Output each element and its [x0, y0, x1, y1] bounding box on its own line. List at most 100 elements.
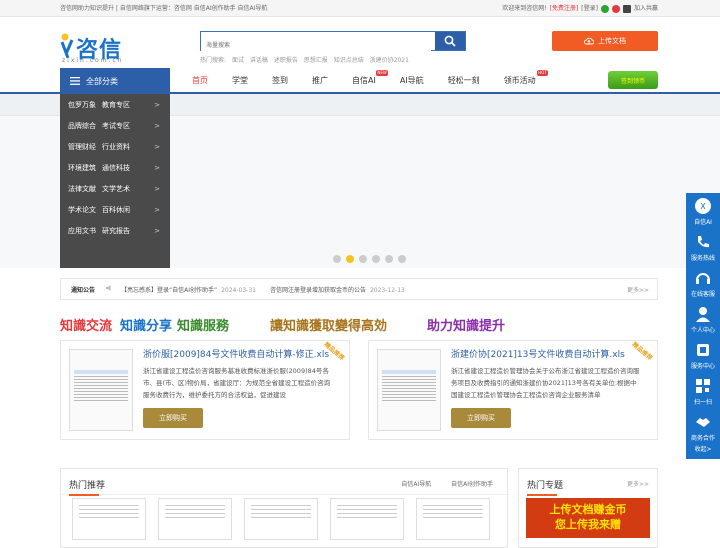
site-logo[interactable]: 咨信 zixin.com.cn [60, 30, 140, 66]
carousel-dot[interactable] [398, 255, 406, 263]
float-user-center[interactable]: 个人中心 [686, 301, 720, 341]
float-scan[interactable]: 扫一扫 [686, 373, 720, 413]
all-categories-label: 全部分类 [86, 76, 118, 86]
nav-item-ai-guide[interactable]: AI导航 [388, 68, 436, 94]
category-b[interactable]: 考试专区 [102, 121, 130, 131]
wechat-icon[interactable] [600, 4, 609, 13]
category-a[interactable]: 法律文献 [68, 184, 102, 194]
doc-title[interactable]: 浙价服[2009]84号文件收费自动计算-修正.xls [143, 347, 329, 360]
nav-item-coins[interactable]: 领币活动 HOT [492, 68, 548, 94]
bookmark-icon[interactable] [622, 4, 631, 13]
search-box [200, 31, 466, 55]
carousel-dot[interactable] [372, 255, 380, 263]
float-online-service[interactable]: 在线客服 [686, 265, 720, 305]
weibo-icon[interactable] [611, 4, 620, 13]
hot-term[interactable]: 思想汇报 [304, 57, 328, 64]
sidebar-row[interactable]: 品牌综合 考试专区 > [60, 115, 170, 136]
float-collapse[interactable]: 收起> [686, 444, 720, 459]
all-categories-button[interactable]: 全部分类 [60, 68, 170, 94]
category-a[interactable]: 管理财经 [68, 142, 102, 152]
right-float-toolbar: X 自信AI 服务热线 在线客服 个人中心 服务中心 扫一扫 商务合作 收起> [686, 193, 720, 459]
category-a[interactable]: 环境建筑 [68, 163, 102, 173]
float-label: 服务中心 [690, 363, 715, 370]
buy-now-button[interactable]: 立即购买 [451, 408, 511, 428]
category-b[interactable]: 行业资料 [102, 142, 130, 152]
more-link[interactable]: 更多>> [627, 479, 649, 488]
doc-preview[interactable] [158, 498, 232, 540]
doc-preview[interactable] [244, 498, 318, 540]
nav-item-home[interactable]: 首页 [180, 68, 220, 94]
upload-promo-banner[interactable]: 上传文档赚金币 您上传我来赠 [526, 498, 650, 538]
carousel-dot[interactable] [359, 255, 367, 263]
sidebar-row[interactable]: 学术论文 百科休闲 > [60, 199, 170, 220]
category-b[interactable]: 百科休闲 [102, 205, 130, 215]
doc-thumbnail[interactable] [69, 349, 133, 431]
category-b[interactable]: 文学艺术 [102, 184, 130, 194]
title-underline [527, 494, 557, 496]
slogan-part: 知識服務 [177, 319, 230, 334]
sidebar-row[interactable]: 环境建筑 通信科技 > [60, 157, 170, 178]
category-b[interactable]: 教育专区 [102, 100, 130, 110]
sidebar-row[interactable]: 管理财经 行业资料 > [60, 136, 170, 157]
carousel-dot[interactable] [385, 255, 393, 263]
doc-thumbnail[interactable] [377, 349, 441, 431]
float-hotline[interactable]: 服务热线 [686, 229, 720, 269]
hot-term[interactable]: 面试 [232, 57, 244, 64]
carousel-dot-active[interactable] [346, 255, 354, 263]
top-bar: 咨信网助力知识提升 | 自信网络旗下运营：咨信网 自信AI创作助手 自信AI导航… [0, 0, 720, 17]
notice-label: 通知公告 [71, 286, 96, 294]
category-a[interactable]: 应用文书 [68, 226, 102, 236]
ai-logo-icon: X [695, 198, 711, 214]
hot-term[interactable]: 述职报告 [274, 57, 298, 64]
buy-now-button[interactable]: 立即购买 [143, 408, 203, 428]
nav-item-checkin[interactable]: 签到 [260, 68, 300, 94]
sidebar-row[interactable]: 应用文书 研究报告 > [60, 220, 170, 241]
float-ai[interactable]: X 自信AI [686, 193, 720, 233]
welcome-text: 欢迎来到咨信网! [502, 5, 547, 12]
featured-doc-card[interactable]: 浙建价协[2021]13号文件收费自动计算.xls 浙江省建设工程造价管理协会关… [368, 340, 658, 440]
notice-item[interactable]: 【亮忘感系】登录“自信AI创作助手” 2024-03-31 [121, 285, 256, 294]
doc-preview[interactable] [330, 498, 404, 540]
notice-item[interactable]: 咨信网注册登录增加获取金币的公告 2023-12-13 [270, 285, 405, 294]
ai-guide-link[interactable]: 自信AI导航 [401, 481, 431, 488]
featured-doc-card[interactable]: 浙价服[2009]84号文件收费自动计算-修正.xls 浙江省建设工程造价咨询服… [60, 340, 350, 440]
nav-label: 学堂 [232, 76, 248, 85]
float-business[interactable]: 商务合作 [686, 409, 720, 449]
carousel-dot[interactable] [333, 255, 341, 263]
category-a[interactable]: 品牌综合 [68, 121, 102, 131]
login-link[interactable]: [登录] [581, 0, 598, 17]
chevron-right-icon: > [154, 100, 160, 109]
nav-label: 自信AI [352, 76, 376, 85]
favorite-link[interactable]: 加入共赢 [634, 0, 658, 17]
nav-item-promote[interactable]: 推广 [300, 68, 340, 94]
sidebar-row[interactable]: 包罗万象 教育专区 > [60, 94, 170, 115]
hot-term[interactable]: 浙建价协2021 [370, 57, 409, 64]
register-link[interactable]: [免费注册] [550, 0, 579, 17]
category-b[interactable]: 研究报告 [102, 226, 130, 236]
doc-title[interactable]: 浙建价协[2021]13号文件收费自动计算.xls [451, 347, 625, 360]
hot-badge: HOT [537, 70, 548, 76]
hot-term[interactable]: 讲话稿 [250, 57, 268, 64]
float-service-center[interactable]: 服务中心 [686, 337, 720, 377]
category-a[interactable]: 包罗万象 [68, 100, 102, 110]
slogan-part: 知識交流 [60, 319, 113, 334]
nav-item-zixin-ai[interactable]: 自信AI NEW [340, 68, 388, 94]
category-b[interactable]: 通信科技 [102, 163, 130, 173]
doc-preview[interactable] [416, 498, 490, 540]
user-icon [696, 307, 710, 322]
sign-in-coins-button[interactable]: 签到领币 [608, 71, 658, 89]
speaker-icon [105, 284, 121, 294]
doc-preview[interactable] [72, 498, 146, 540]
sidebar-row[interactable]: 法律文献 文学艺术 > [60, 178, 170, 199]
nav-item-academy[interactable]: 学堂 [220, 68, 260, 94]
hot-search-label: 热门搜索: [200, 57, 227, 64]
category-a[interactable]: 学术论文 [68, 205, 102, 215]
nav-item-relax[interactable]: 轻松一刻 [436, 68, 492, 94]
hot-term[interactable]: 知识点总结 [334, 57, 364, 64]
notice-more-link[interactable]: 更多>> [627, 285, 649, 294]
upload-button[interactable]: 上传文档 [552, 31, 658, 51]
chevron-right-icon: > [154, 121, 160, 130]
search-input[interactable] [201, 36, 431, 55]
search-button[interactable] [435, 32, 465, 50]
ai-writer-link[interactable]: 自信AI创作助手 [451, 481, 493, 488]
